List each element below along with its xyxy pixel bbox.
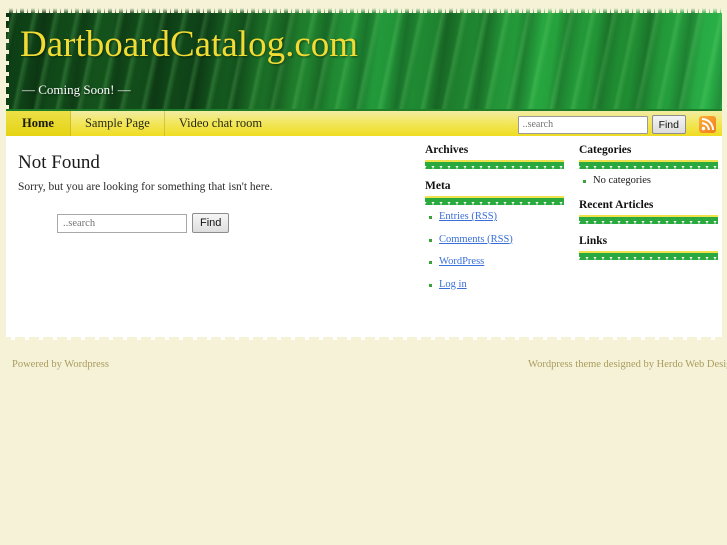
- content-area: Not Found Sorry, but you are looking for…: [6, 136, 722, 335]
- content-search-button[interactable]: Find: [192, 213, 230, 233]
- widget-meta: Meta Entries (RSS) Comments (RSS) WordPr…: [425, 180, 570, 290]
- site-title: DartboardCatalog.com: [20, 24, 359, 65]
- nav-item-sample-page-label: Sample Page: [84, 116, 150, 130]
- widget-divider: [579, 250, 718, 260]
- content-search-form: Find: [57, 213, 407, 233]
- widget-divider: [579, 214, 718, 224]
- site-wrapper: DartboardCatalog.com — Coming Soon! — Ho…: [6, 8, 727, 386]
- header-search-form: Find: [517, 115, 686, 134]
- widget-divider: [425, 160, 564, 169]
- primary-navigation-bar: Home Sample Page Video chat room Find: [6, 109, 722, 136]
- widget-archives: Archives: [425, 144, 570, 169]
- main-content-column: Not Found Sorry, but you are looking for…: [12, 144, 407, 233]
- nav-item-home-label: Home: [22, 116, 54, 130]
- footer-powered-by: Powered by Wordpress: [12, 359, 109, 370]
- widget-recent-articles: Recent Articles: [579, 199, 724, 224]
- widget-categories: Categories No categories: [579, 144, 724, 187]
- list-item[interactable]: Entries (RSS): [429, 211, 570, 223]
- not-found-message: Sorry, but you are looking for something…: [18, 181, 273, 193]
- list-item[interactable]: WordPress: [429, 256, 570, 268]
- site-footer: Powered by Wordpress Wordpress theme des…: [6, 342, 727, 386]
- meta-link-wordpress[interactable]: WordPress: [439, 256, 484, 267]
- meta-link-entries-rss[interactable]: Entries (RSS): [439, 211, 497, 222]
- sidebar-right: Categories No categories Recent Articles…: [579, 144, 724, 271]
- list-item[interactable]: Log in: [429, 279, 570, 291]
- nav-item-home[interactable]: Home: [6, 111, 71, 136]
- nav-item-video-chat-room-label: Video chat room: [178, 116, 263, 130]
- list-item[interactable]: Comments (RSS): [429, 234, 570, 246]
- content-search-input[interactable]: [57, 213, 187, 233]
- torn-paper-edge: [6, 335, 722, 343]
- meta-link-list: Entries (RSS) Comments (RSS) WordPress L…: [425, 211, 570, 291]
- widget-links: Links: [579, 235, 724, 260]
- widget-divider: [579, 160, 718, 169]
- widget-categories-title: Categories: [579, 144, 632, 156]
- widget-links-title: Links: [579, 234, 608, 247]
- meta-link-comments-rss[interactable]: Comments (RSS): [439, 234, 513, 245]
- list-item: No categories: [583, 175, 724, 187]
- page-title: Not Found: [18, 152, 100, 173]
- rss-feed-icon[interactable]: [699, 116, 716, 133]
- widget-meta-title: Meta: [425, 180, 451, 192]
- nav-item-video-chat-room[interactable]: Video chat room: [165, 111, 276, 136]
- header-search-button[interactable]: Find: [651, 115, 686, 134]
- site-header-banner: DartboardCatalog.com — Coming Soon! —: [6, 8, 722, 109]
- meta-link-log-in[interactable]: Log in: [439, 279, 467, 290]
- header-search-input[interactable]: [517, 115, 648, 134]
- widget-archives-title: Archives: [425, 144, 469, 156]
- sidebar-left: Archives Meta Entries (RSS) Comments (RS…: [425, 144, 570, 302]
- widget-divider: [425, 196, 564, 205]
- footer-theme-credit: Wordpress theme designed by Herdo Web De…: [528, 359, 727, 370]
- site-tagline: — Coming Soon! —: [22, 82, 131, 97]
- nav-item-sample-page[interactable]: Sample Page: [71, 111, 165, 136]
- categories-list: No categories: [579, 175, 724, 187]
- page-root: DartboardCatalog.com — Coming Soon! — Ho…: [0, 0, 727, 545]
- widget-recent-articles-title: Recent Articles: [579, 198, 654, 211]
